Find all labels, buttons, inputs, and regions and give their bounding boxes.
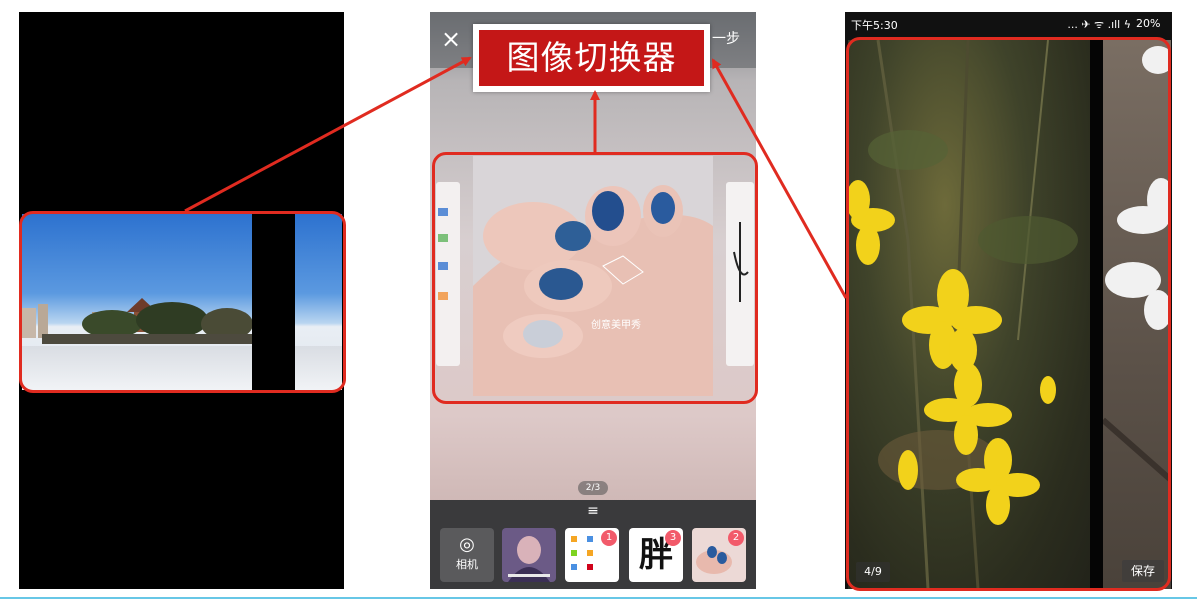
arrow-right [711,58,848,299]
bottom-rule [0,597,1197,599]
arrow-left [184,56,472,213]
arrows-overlay [184,56,848,299]
